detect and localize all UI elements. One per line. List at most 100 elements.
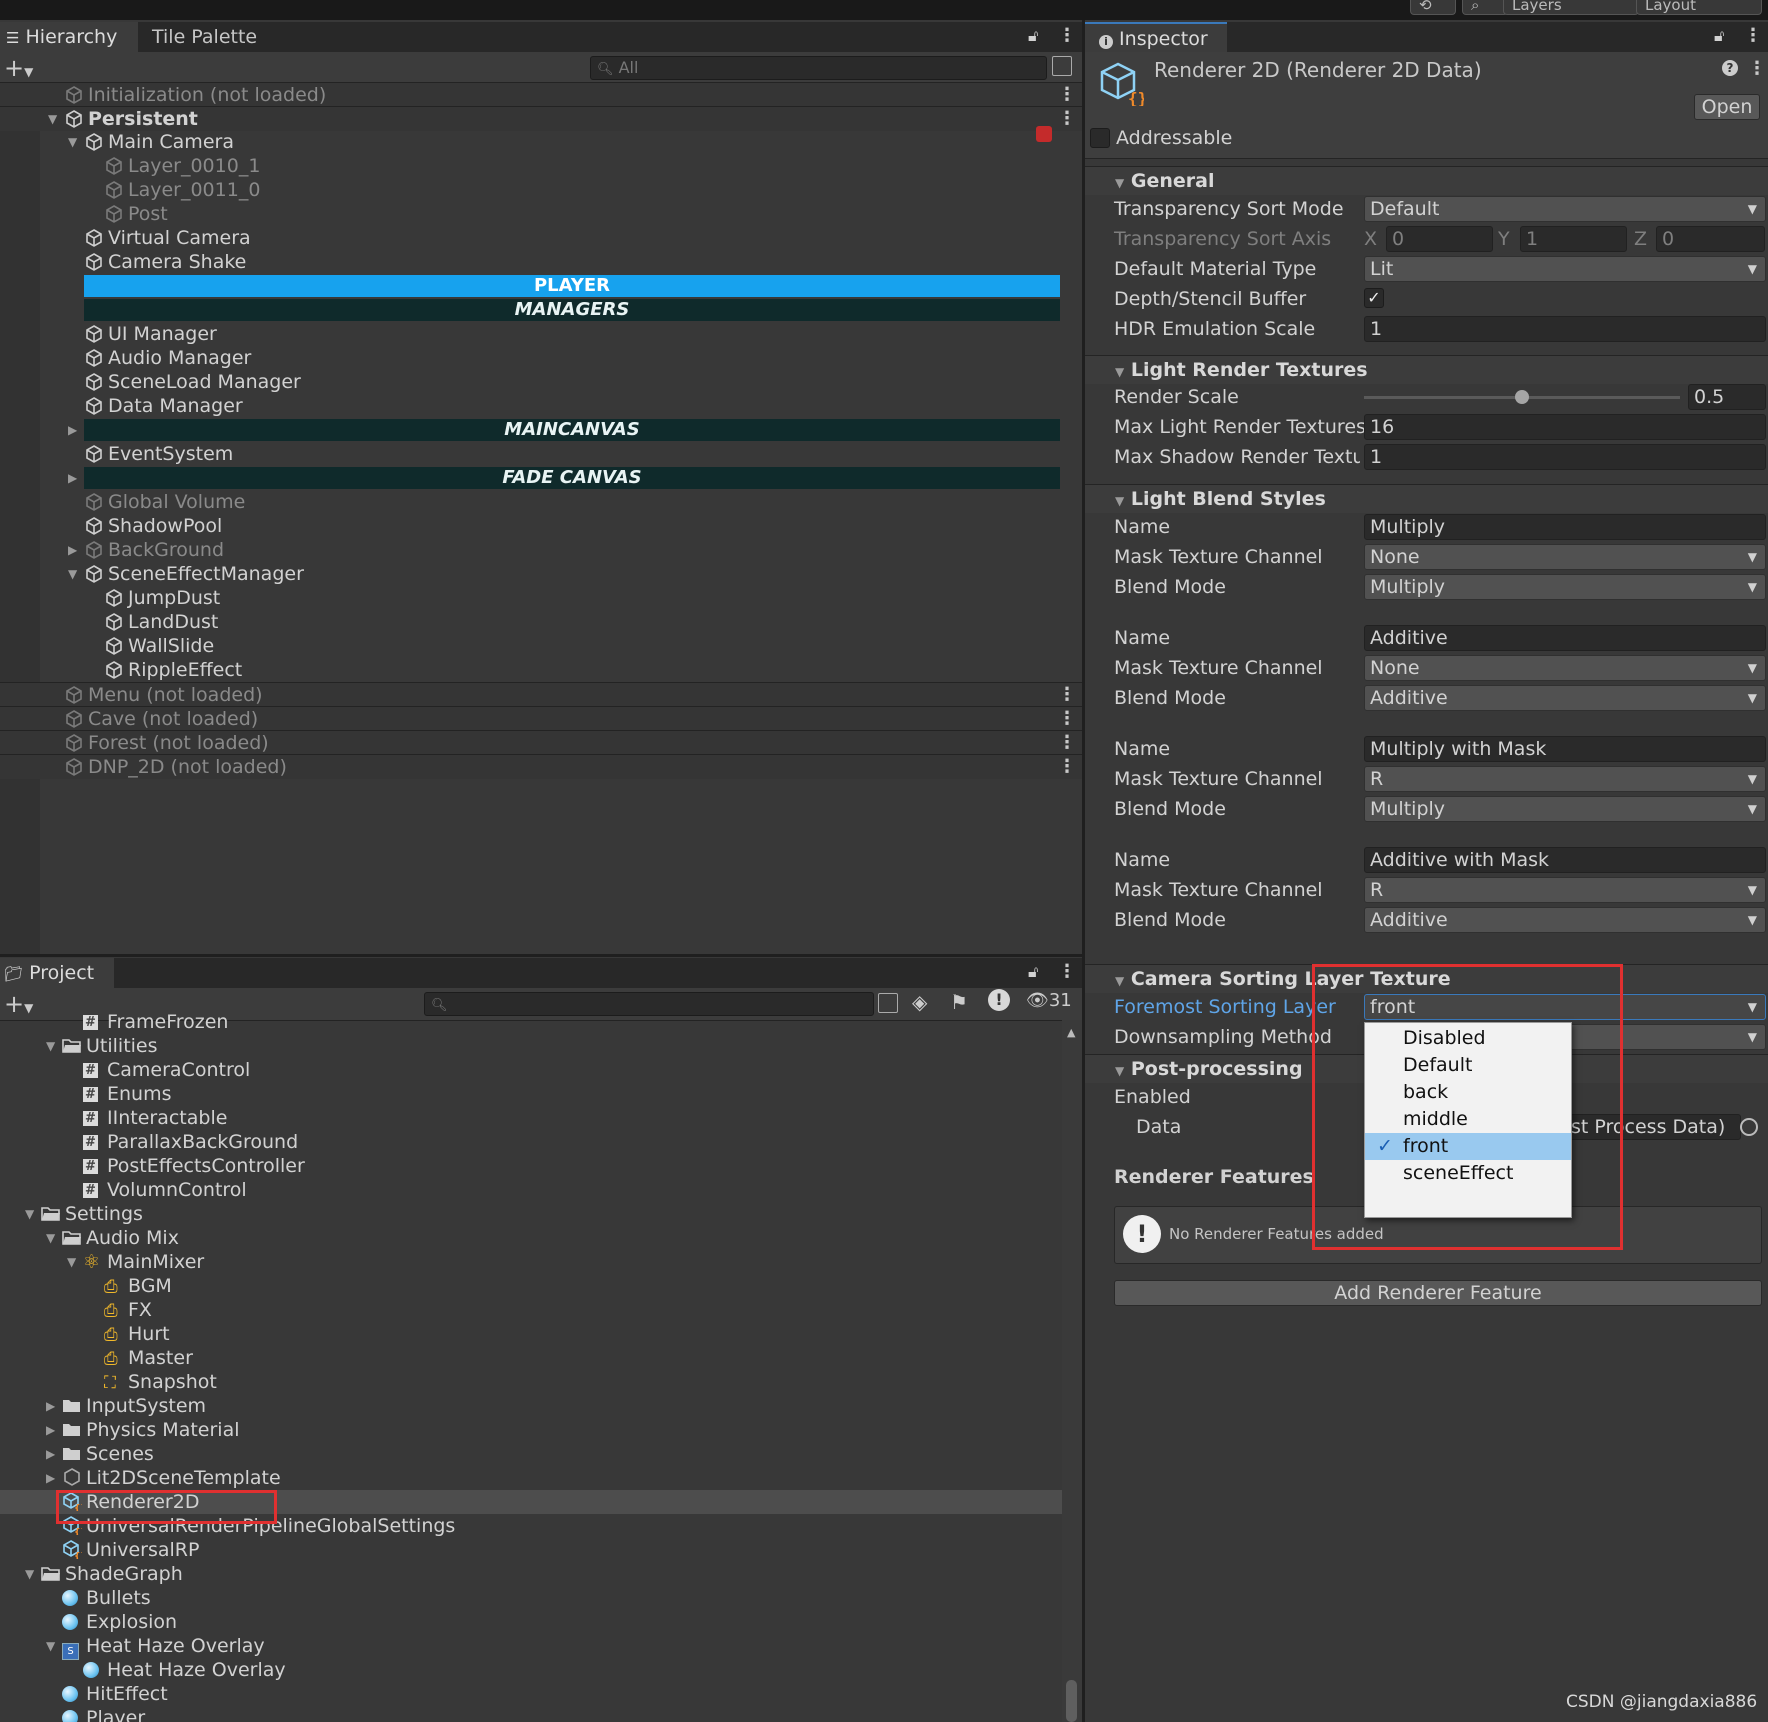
foldout-triangle-icon[interactable]: ▼	[25, 1202, 34, 1226]
foldout-triangle-icon[interactable]: ▼	[46, 1034, 55, 1058]
scene-menu-icon[interactable]: ⋮	[1058, 683, 1076, 707]
foldout-triangle-icon[interactable]: ▶	[46, 1466, 55, 1490]
foldout-triangle-icon[interactable]: ▼	[67, 1250, 76, 1274]
blend-mode-dropdown[interactable]: Additive ▼	[1364, 907, 1766, 933]
scroll-up-icon[interactable]: ▲	[1067, 1026, 1075, 1039]
project-row[interactable]: ⛶ Snapshot	[0, 1370, 1062, 1394]
render-scale-slider[interactable]	[1364, 390, 1680, 404]
blend-mode-dropdown[interactable]: Multiply ▼	[1364, 574, 1766, 600]
general-section-header[interactable]: ▼ General	[1085, 166, 1768, 195]
hierarchy-row[interactable]: WallSlide	[0, 634, 1082, 658]
hierarchy-row[interactable]: Audio Manager	[0, 346, 1082, 370]
blend-style-name-field[interactable]: Multiply with Mask	[1364, 736, 1766, 762]
addressable-checkbox[interactable]	[1090, 128, 1110, 148]
filter-by-label-icon[interactable]: ⚑	[950, 990, 968, 1014]
light-render-textures-header[interactable]: ▼ Light Render Textures	[1085, 355, 1768, 384]
open-button[interactable]: Open	[1694, 94, 1760, 120]
hierarchy-row[interactable]: RippleEffect	[0, 658, 1082, 682]
hierarchy-scene-row[interactable]: DNP_2D (not loaded) ⋮	[0, 754, 1082, 779]
hierarchy-scene-row[interactable]: Initialization (not loaded) ⋮	[0, 82, 1082, 107]
blend-style-name-field[interactable]: Multiply	[1364, 514, 1766, 540]
hierarchy-row[interactable]: ShadowPool	[0, 514, 1082, 538]
project-row[interactable]: ▼ Utilities	[0, 1034, 1062, 1058]
max-light-render-textures-field[interactable]: 16	[1364, 414, 1766, 440]
hierarchy-row[interactable]: Virtual Camera	[0, 226, 1082, 250]
scene-menu-icon[interactable]: ⋮	[1058, 707, 1076, 731]
project-row[interactable]: ▶ Scenes	[0, 1442, 1062, 1466]
hierarchy-row[interactable]: SceneLoad Manager	[0, 370, 1082, 394]
help-icon[interactable]: ?	[1722, 60, 1738, 76]
create-add-icon[interactable]: +▼	[4, 54, 33, 82]
blend-style-name-field[interactable]: Additive	[1364, 625, 1766, 651]
hierarchy-scene-row[interactable]: Forest (not loaded) ⋮	[0, 730, 1082, 755]
hierarchy-row[interactable]: Camera Shake	[0, 250, 1082, 274]
project-row[interactable]: ▶ InputSystem	[0, 1394, 1062, 1418]
foldout-triangle-icon[interactable]: ▼	[25, 1562, 34, 1586]
hierarchy-row[interactable]: Post	[0, 202, 1082, 226]
light-blend-styles-header[interactable]: ▼ Light Blend Styles	[1085, 484, 1768, 513]
project-row[interactable]: # ParallaxBackGround	[0, 1130, 1062, 1154]
axis-y-field[interactable]: 1	[1520, 226, 1627, 252]
tab-inspector[interactable]: i Inspector	[1085, 22, 1227, 52]
project-row[interactable]: Player	[0, 1706, 1062, 1722]
hierarchy-banner-row[interactable]: MANAGERS	[0, 298, 1082, 322]
slider-thumb[interactable]	[1515, 390, 1529, 404]
asset-menu-icon[interactable]: ⋮	[1748, 58, 1766, 79]
project-row[interactable]: ⎙ FX	[0, 1298, 1062, 1322]
search-window-icon[interactable]	[878, 993, 898, 1013]
hierarchy-row[interactable]: Layer_0010_1	[0, 154, 1082, 178]
depth-stencil-checkbox[interactable]: ✓	[1364, 288, 1384, 308]
project-row[interactable]: HitEffect	[0, 1682, 1062, 1706]
project-row[interactable]: Bullets	[0, 1586, 1062, 1610]
kebab-menu-icon[interactable]: ⋮	[1744, 25, 1762, 46]
layers-dropdown[interactable]: Layers	[1503, 0, 1639, 15]
axis-x-field[interactable]: 0	[1386, 226, 1493, 252]
project-row[interactable]: ▼ ShadeGraph	[0, 1562, 1062, 1586]
scene-menu-icon[interactable]: ⋮	[1058, 755, 1076, 779]
hierarchy-row[interactable]: JumpDust	[0, 586, 1082, 610]
foldout-triangle-icon[interactable]: ▼	[68, 562, 77, 586]
add-renderer-feature-button[interactable]: Add Renderer Feature	[1114, 1280, 1762, 1306]
project-row[interactable]: # IInteractable	[0, 1106, 1062, 1130]
hdr-emulation-scale-field[interactable]: 1	[1364, 316, 1766, 342]
hierarchy-row[interactable]: LandDust	[0, 610, 1082, 634]
project-row[interactable]: ▶ Physics Material	[0, 1418, 1062, 1442]
render-scale-field[interactable]: 0.5	[1688, 384, 1766, 410]
lock-icon[interactable]: 🔓︎	[1028, 26, 1038, 46]
hierarchy-row[interactable]: UI Manager	[0, 322, 1082, 346]
blend-mode-dropdown[interactable]: Additive ▼	[1364, 685, 1766, 711]
project-row[interactable]: ▼ Settings	[0, 1202, 1062, 1226]
mask-texture-channel-dropdown[interactable]: None ▼	[1364, 655, 1766, 681]
scrollbar-thumb[interactable]	[1066, 1680, 1077, 1722]
lock-icon[interactable]: 🔓︎	[1714, 26, 1724, 46]
blend-style-name-field[interactable]: Additive with Mask	[1364, 847, 1766, 873]
foldout-triangle-icon[interactable]: ▶	[46, 1418, 55, 1442]
project-search-input[interactable]: 🔍︎	[424, 992, 874, 1016]
filter-by-type-icon[interactable]: ◈	[912, 990, 927, 1014]
tab-tile-palette[interactable]: Tile Palette	[152, 22, 257, 52]
hierarchy-scene-row[interactable]: Menu (not loaded) ⋮	[0, 682, 1082, 707]
project-row[interactable]: ⎙ Master	[0, 1346, 1062, 1370]
scene-menu-icon[interactable]: ⋮	[1058, 731, 1076, 755]
layout-dropdown[interactable]: Layout	[1636, 0, 1762, 15]
mask-texture-channel-dropdown[interactable]: R ▼	[1364, 766, 1766, 792]
project-row[interactable]: ▼ Audio Mix	[0, 1226, 1062, 1250]
project-row[interactable]: # VolumnControl	[0, 1178, 1062, 1202]
transparency-sort-mode-dropdown[interactable]: Default ▼	[1364, 196, 1766, 222]
hierarchy-banner-row[interactable]: ▶ MAINCANVAS	[0, 418, 1082, 442]
blend-mode-dropdown[interactable]: Multiply ▼	[1364, 796, 1766, 822]
project-row[interactable]: ▶ Lit2DSceneTemplate	[0, 1466, 1062, 1490]
hierarchy-banner-row[interactable]: PLAYER	[0, 274, 1082, 298]
foldout-triangle-icon[interactable]: ▼	[48, 107, 57, 131]
object-picker-icon[interactable]	[1740, 1118, 1758, 1136]
foldout-triangle-icon[interactable]: ▶	[68, 418, 77, 442]
default-material-type-dropdown[interactable]: Lit ▼	[1364, 256, 1766, 282]
project-row[interactable]: # Enums	[0, 1082, 1062, 1106]
mask-texture-channel-dropdown[interactable]: R ▼	[1364, 877, 1766, 903]
project-row[interactable]: # FrameFrozen	[0, 1014, 1062, 1034]
hierarchy-scene-row[interactable]: Cave (not loaded) ⋮	[0, 706, 1082, 731]
hierarchy-row[interactable]: ▼ Main Camera	[0, 130, 1082, 154]
project-row[interactable]: {} UniversalRP	[0, 1538, 1062, 1562]
hierarchy-row[interactable]: Layer_0011_0	[0, 178, 1082, 202]
project-row[interactable]: # CameraControl	[0, 1058, 1062, 1082]
